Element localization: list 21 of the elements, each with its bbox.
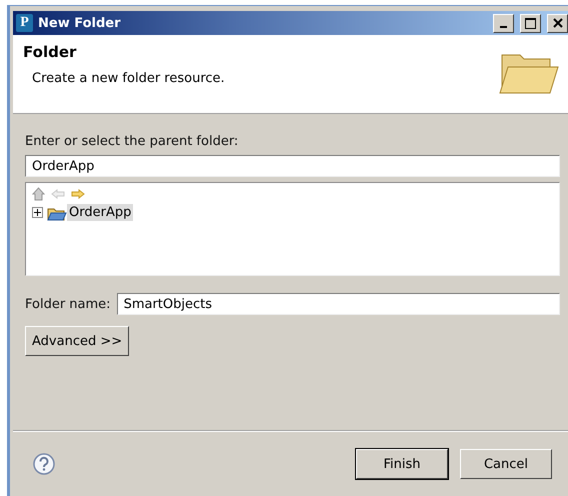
maximize-button[interactable] — [520, 14, 541, 32]
expand-icon[interactable] — [32, 207, 43, 218]
parent-folder-field[interactable]: OrderApp — [25, 155, 560, 177]
cancel-button[interactable]: Cancel — [460, 449, 552, 479]
maximize-icon — [525, 18, 536, 28]
parent-folder-label: Enter or select the parent folder: — [25, 134, 240, 149]
folder-name-field[interactable]: SmartObjects — [116, 293, 560, 315]
advanced-button[interactable]: Advanced >> — [25, 326, 130, 356]
page-description: Create a new folder resource. — [31, 71, 226, 86]
page-title: Folder — [23, 43, 78, 61]
finish-button[interactable]: Finish — [356, 449, 448, 479]
close-button[interactable] — [547, 14, 568, 32]
minimize-icon — [500, 26, 507, 28]
close-icon — [552, 18, 562, 28]
tree-item[interactable]: OrderApp — [67, 204, 134, 221]
app-icon: P — [16, 14, 33, 32]
minimize-button[interactable] — [493, 14, 514, 32]
folder-name-label: Folder name: — [25, 296, 111, 312]
home-icon[interactable] — [32, 187, 45, 201]
window-title: New Folder — [38, 16, 122, 30]
help-icon[interactable] — [33, 453, 55, 475]
